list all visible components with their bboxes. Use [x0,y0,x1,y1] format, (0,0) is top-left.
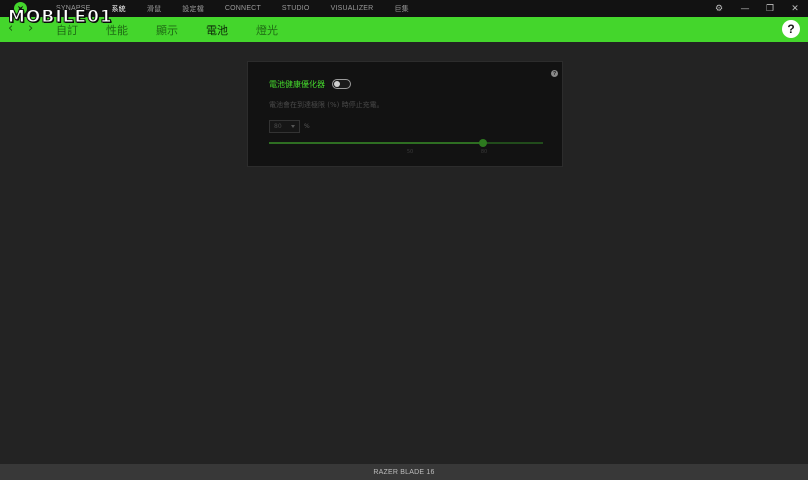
razer-logo-icon[interactable] [14,2,27,15]
back-arrow-icon[interactable]: ‹ [8,21,13,36]
help-icon[interactable]: ? [782,20,800,38]
slider-handle[interactable] [478,139,487,147]
slider-fill [269,142,483,144]
tab-battery[interactable]: 電池 [206,22,228,38]
tab-custom[interactable]: 自訂 [56,22,78,38]
top-nav: SYNAPSE 系統 滑鼠 設定檔 CONNECT STUDIO VISUALI… [56,0,430,17]
settings-gear-icon[interactable]: ⚙ [709,0,729,17]
device-footer: RAZER BLADE 16 [0,464,808,480]
battery-health-card: ? 電池健康優化器 電池會在到達極限 (%) 時停止充電。 80 % 50 80 [247,61,563,167]
title-bar: SYNAPSE 系統 滑鼠 設定檔 CONNECT STUDIO VISUALI… [0,0,808,17]
top-nav-mouse[interactable]: 滑鼠 [147,4,161,14]
top-nav-system[interactable]: 系統 [111,4,125,14]
top-nav-visualizer[interactable]: VISUALIZER [331,5,374,12]
slider-tick-max: 80 [480,149,488,155]
razer-synapse-window: SYNAPSE 系統 滑鼠 設定檔 CONNECT STUDIO VISUALI… [0,0,808,480]
chevron-down-icon [291,125,295,128]
forward-arrow-icon[interactable]: › [28,21,33,36]
top-nav-macros[interactable]: 巨集 [394,4,408,14]
minimize-button[interactable]: — [735,0,755,17]
battery-optimizer-toggle[interactable] [332,79,351,89]
top-nav-connect[interactable]: CONNECT [225,5,261,12]
top-nav-profiles[interactable]: 設定檔 [182,4,204,14]
battery-optimizer-title: 電池健康優化器 [269,80,325,89]
card-help-icon[interactable]: ? [551,70,558,77]
percent-unit-label: % [304,123,310,130]
tab-display[interactable]: 顯示 [156,22,178,38]
charge-limit-value: 80 [274,123,282,130]
sub-nav-bar: ‹ › 自訂 性能 顯示 電池 燈光 [0,17,808,42]
restore-button[interactable]: ❐ [760,0,780,17]
charge-limit-slider[interactable] [269,139,543,147]
device-name: RAZER BLADE 16 [373,468,435,476]
razer-snake-icon [17,5,24,12]
tab-lighting[interactable]: 燈光 [256,22,278,38]
charge-limit-select[interactable]: 80 [269,120,300,133]
top-nav-studio[interactable]: STUDIO [282,5,310,12]
battery-optimizer-description: 電池會在到達極限 (%) 時停止充電。 [269,101,384,109]
slider-tick-min: 50 [406,149,414,155]
close-button[interactable]: ✕ [785,0,805,17]
sub-tabs: 自訂 性能 顯示 電池 燈光 [56,17,306,42]
top-nav-synapse[interactable]: SYNAPSE [56,5,90,12]
tab-performance[interactable]: 性能 [106,22,128,38]
toggle-knob [334,81,340,87]
